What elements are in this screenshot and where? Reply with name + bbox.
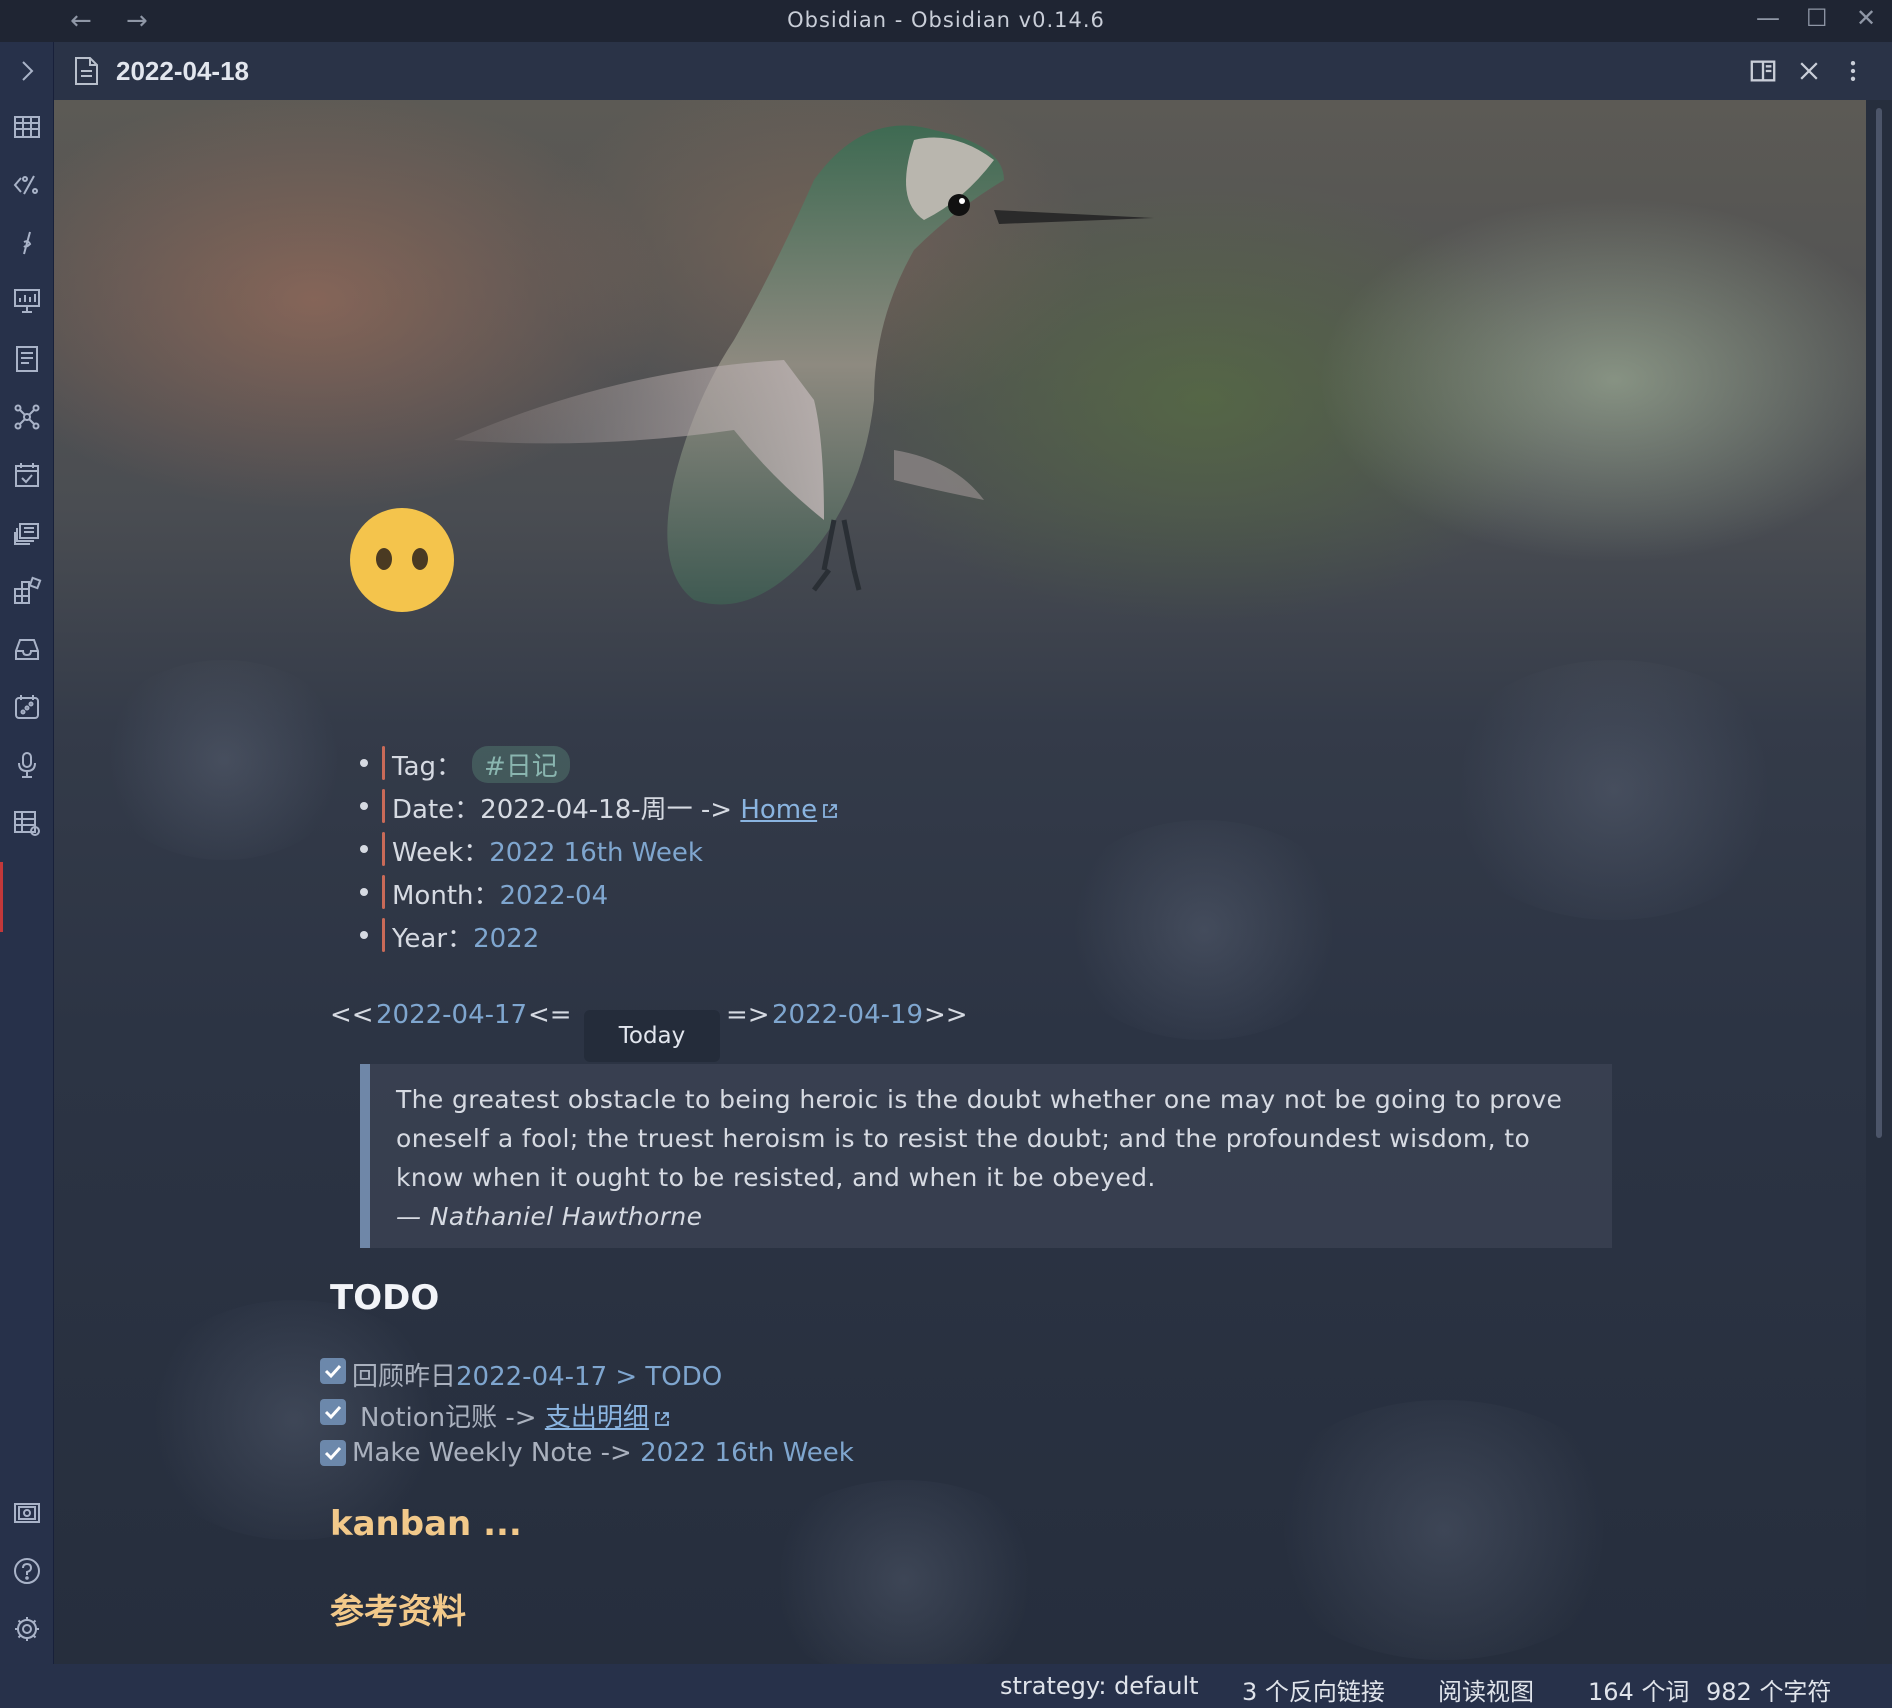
inline-field-marker: [382, 746, 385, 780]
title-bar: ← → Obsidian - Obsidian v0.14.6 — ☐ ✕: [0, 0, 1892, 42]
window-close-button[interactable]: ✕: [1856, 4, 1876, 32]
prev-prefix: <<: [330, 1000, 374, 1030]
hummingbird-banner-image: [454, 125, 1154, 605]
month-link[interactable]: 2022-04: [500, 881, 609, 911]
left-ribbon: [0, 42, 54, 1664]
pen-icon[interactable]: [8, 224, 46, 262]
list-bullet: [360, 931, 368, 939]
week-link[interactable]: 2022 16th Week: [489, 838, 703, 868]
cards-icon[interactable]: [8, 514, 46, 552]
prev-suffix: <=: [528, 1000, 572, 1030]
list-bullet: [360, 888, 368, 896]
close-icon[interactable]: [1794, 56, 1824, 86]
quote-text: The greatest obstacle to being heroic is…: [396, 1085, 1563, 1192]
tag-pill[interactable]: #日记: [472, 746, 570, 783]
inline-field-marker: [382, 875, 385, 909]
quote-author: — Nathaniel Hawthorne: [396, 1202, 703, 1231]
todo-text: Notion记账 ->: [360, 1403, 537, 1433]
blockquote: The greatest obstacle to being heroic is…: [360, 1064, 1612, 1248]
plugin-icon[interactable]: [8, 572, 46, 610]
slides-icon[interactable]: [8, 282, 46, 320]
templater-icon[interactable]: [8, 166, 46, 204]
maximize-button[interactable]: ☐: [1806, 4, 1828, 32]
note-icon-emoji: [350, 508, 454, 612]
scrollbar-thumb[interactable]: [1876, 108, 1882, 1138]
background-flower: [94, 660, 354, 860]
outline-icon[interactable]: [8, 340, 46, 378]
external-link-icon: [654, 1412, 669, 1426]
prev-date-link[interactable]: 2022-04-17: [376, 1000, 527, 1030]
todo-text: 回顾昨日: [352, 1362, 457, 1392]
table-icon[interactable]: [8, 108, 46, 146]
external-link-icon: [823, 804, 838, 818]
task-checkbox[interactable]: [320, 1358, 346, 1384]
status-char-count: 982 个字符: [1706, 1678, 1832, 1706]
help-icon[interactable]: [8, 1552, 46, 1590]
microphone-icon[interactable]: [8, 746, 46, 784]
heading-todo: TODO: [330, 1278, 440, 1318]
note-header: 2022-04-18: [54, 42, 1892, 100]
year-label: Year：: [392, 924, 474, 954]
vault-icon[interactable]: [8, 1494, 46, 1532]
status-bar: strategy: default 3 个反向链接 阅读视图 164 个词 98…: [0, 1664, 1892, 1708]
inline-field-marker: [382, 918, 385, 952]
ribbon-accent: [0, 862, 3, 932]
content-scrollbar[interactable]: [1866, 100, 1892, 1664]
home-link[interactable]: Home: [740, 795, 817, 825]
todo-text: Make Weekly Note ->: [352, 1438, 632, 1468]
background-flower: [1054, 820, 1354, 1040]
next-date-link[interactable]: 2022-04-19: [772, 1000, 923, 1030]
date-label: Date：: [392, 795, 481, 825]
note-content[interactable]: Tag： #日记 Date：2022-04-18-周一 -> Home Week：…: [54, 100, 1866, 1664]
today-button[interactable]: Today: [584, 1010, 720, 1062]
heading-kanban: kanban ...: [330, 1504, 522, 1544]
table-settings-icon[interactable]: [8, 804, 46, 842]
status-word-count: 164 个词: [1588, 1678, 1690, 1706]
calendar-icon[interactable]: [8, 456, 46, 494]
dice-icon[interactable]: [8, 688, 46, 726]
expand-icon[interactable]: [8, 52, 46, 90]
week-label: Week：: [392, 838, 490, 868]
background-flower: [1254, 1400, 1634, 1660]
task-checkbox[interactable]: [320, 1399, 346, 1425]
tag-label: Tag：: [392, 752, 463, 782]
note-title[interactable]: 2022-04-18: [116, 56, 249, 87]
list-bullet: [360, 845, 368, 853]
background-flower: [754, 1480, 1054, 1664]
window-title: Obsidian - Obsidian v0.14.6: [787, 8, 1105, 32]
date-value: 2022-04-18-周一 ->: [480, 795, 733, 825]
graph-icon[interactable]: [8, 398, 46, 436]
split-view-icon[interactable]: [1748, 56, 1778, 86]
month-label: Month：: [392, 881, 500, 911]
inline-field-marker: [382, 789, 385, 823]
list-bullet: [360, 759, 368, 767]
todo-link[interactable]: 2022-04-17 > TODO: [456, 1362, 722, 1392]
task-checkbox[interactable]: [320, 1440, 346, 1466]
next-suffix: >>: [924, 1000, 968, 1030]
minimize-button[interactable]: —: [1756, 4, 1780, 32]
obsidian-window: ← → Obsidian - Obsidian v0.14.6 — ☐ ✕ 20…: [0, 0, 1892, 1708]
status-backlinks[interactable]: 3 个反向链接: [1242, 1672, 1385, 1707]
file-icon: [75, 57, 98, 85]
settings-icon[interactable]: [8, 1610, 46, 1648]
list-bullet: [360, 802, 368, 810]
next-prefix: =>: [726, 1000, 770, 1030]
background-flower: [1434, 660, 1794, 920]
year-link[interactable]: 2022: [473, 924, 539, 954]
status-strategy[interactable]: strategy: default: [1000, 1672, 1199, 1700]
more-options-icon[interactable]: [1838, 56, 1868, 86]
emoji-eye: [412, 548, 428, 570]
heading-references: 参考资料: [330, 1592, 466, 1632]
status-view-mode[interactable]: 阅读视图: [1438, 1672, 1534, 1707]
todo-link[interactable]: 2022 16th Week: [640, 1438, 854, 1468]
emoji-eye: [376, 548, 392, 570]
inbox-icon[interactable]: [8, 630, 46, 668]
todo-external-link[interactable]: 支出明细: [545, 1403, 649, 1433]
inline-field-marker: [382, 832, 385, 866]
